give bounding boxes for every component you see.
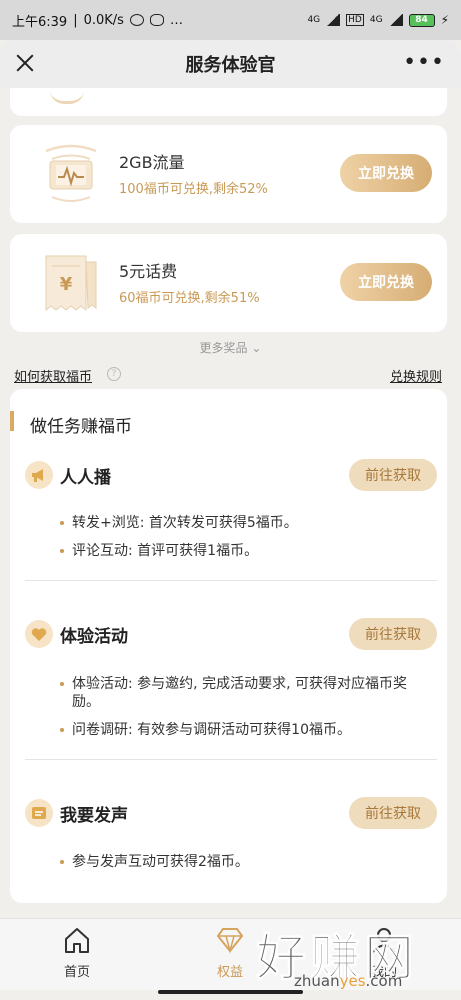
more-prizes-link[interactable]: 更多奖品 ⌄ <box>0 339 461 356</box>
redeem-button[interactable]: 立即兑换 <box>340 263 432 301</box>
bullet-item: 评论互动: 首评可获得1福币。 <box>60 542 430 560</box>
task-title: 我要发声 <box>60 806 128 826</box>
task-experience-bullets: 体验活动: 参与邀约, 完成活动要求, 可获得对应福币奖励。 问卷调研: 有效参… <box>60 675 430 749</box>
network-label-1: 4G <box>307 15 321 25</box>
data-traffic-icon <box>45 144 97 202</box>
svg-text:¥: ¥ <box>60 274 73 295</box>
bullet-item: 参与发声互动可获得2福币。 <box>60 853 430 871</box>
charging-icon: ⚡ <box>440 13 449 27</box>
alarm-icon <box>129 14 144 26</box>
divider <box>25 580 437 581</box>
task-experience: 体验活动 前往获取 <box>25 618 437 650</box>
prize-icon-partial <box>50 90 84 104</box>
page-title: 服务体验官 <box>185 55 276 76</box>
tab-label: 我的 <box>370 965 397 980</box>
redeem-button[interactable]: 立即兑换 <box>340 154 432 192</box>
battery-icon: 84 <box>408 13 435 27</box>
megaphone-icon <box>25 461 53 489</box>
user-icon <box>372 928 396 953</box>
title-bar: 服务体验官 ••• <box>0 40 461 88</box>
tab-label: 首页 <box>63 965 90 980</box>
prize-name: 5元话费 <box>119 262 178 281</box>
tab-home[interactable]: 首页 <box>37 919 117 991</box>
bullet-item: 问卷调研: 有效参与调研活动可获得10福币。 <box>60 721 430 739</box>
divider <box>25 759 437 760</box>
tab-benefits[interactable]: 权益 <box>190 919 270 991</box>
chevron-down-icon: ⌄ <box>251 341 262 355</box>
prize-card-phone-bill: ¥ 5元话费 60福币可兑换,剩余51% 立即兑换 <box>10 234 447 332</box>
hd-label: HD <box>346 14 364 26</box>
prize-card-data: 2GB流量 100福币可兑换,剩余52% 立即兑换 <box>10 125 447 223</box>
status-bar: 上午6:39 | 0.0K/s … 4G HD 4G 84 ⚡ <box>0 0 461 40</box>
phone-bill-ticket-icon: ¥ <box>45 255 97 312</box>
tab-mine[interactable]: 我的 <box>344 919 424 991</box>
prize-desc: 100福币可兑换,剩余52% <box>119 182 268 197</box>
status-time: 上午6:39 <box>12 14 68 30</box>
heart-icon <box>25 620 53 648</box>
prize-card-partial <box>10 88 447 116</box>
main-content[interactable]: 2GB流量 100福币可兑换,剩余52% 立即兑换 ¥ 5元话费 60福币可兑换… <box>0 88 461 918</box>
more-options-icon[interactable]: ••• <box>403 52 445 74</box>
prize-name: 2GB流量 <box>119 153 185 172</box>
task-title: 体验活动 <box>60 627 128 647</box>
go-get-button[interactable]: 前往获取 <box>349 618 437 650</box>
tasks-header: 做任务赚福币 <box>30 417 132 437</box>
links-row: 如何获取福币 ? 兑换规则 <box>14 366 442 386</box>
diamond-icon <box>217 928 243 954</box>
task-voice-bullets: 参与发声互动可获得2福币。 <box>60 853 430 881</box>
home-icon <box>65 928 89 953</box>
status-speed: 0.0K/s <box>83 12 124 28</box>
go-get-button[interactable]: 前往获取 <box>349 797 437 829</box>
wechat-icon <box>149 14 164 26</box>
signal-icon <box>326 14 341 26</box>
bullet-item: 体验活动: 参与邀约, 完成活动要求, 可获得对应福币奖励。 <box>60 675 430 711</box>
tab-label: 权益 <box>216 965 243 980</box>
more-prizes-label: 更多奖品 <box>199 341 248 355</box>
more-notifications-icon: … <box>169 12 183 28</box>
task-share: 人人播 前往获取 <box>25 459 437 491</box>
network-label-2: 4G <box>369 15 383 25</box>
tasks-card: 做任务赚福币 人人播 前往获取 转发+浏览: 首次转发可获得5福币。 评论互动:… <box>10 389 447 903</box>
signal-icon-2 <box>388 14 403 26</box>
how-to-get-coins-link[interactable]: 如何获取福币 <box>14 366 92 385</box>
prize-desc: 60福币可兑换,剩余51% <box>119 291 260 306</box>
task-share-bullets: 转发+浏览: 首次转发可获得5福币。 评论互动: 首评可获得1福币。 <box>60 514 430 570</box>
bullet-item: 转发+浏览: 首次转发可获得5福币。 <box>60 514 430 532</box>
task-title: 人人播 <box>60 468 111 488</box>
exchange-rules-link[interactable]: 兑换规则 <box>390 366 442 385</box>
gesture-bar[interactable] <box>158 990 303 994</box>
message-icon <box>25 799 53 827</box>
section-accent-bar <box>10 411 14 431</box>
bottom-tab-bar: 首页 权益 我的 <box>0 918 461 990</box>
close-icon[interactable] <box>14 52 36 74</box>
task-voice: 我要发声 前往获取 <box>25 797 437 829</box>
go-get-button[interactable]: 前往获取 <box>349 459 437 491</box>
help-icon[interactable]: ? <box>107 367 121 381</box>
